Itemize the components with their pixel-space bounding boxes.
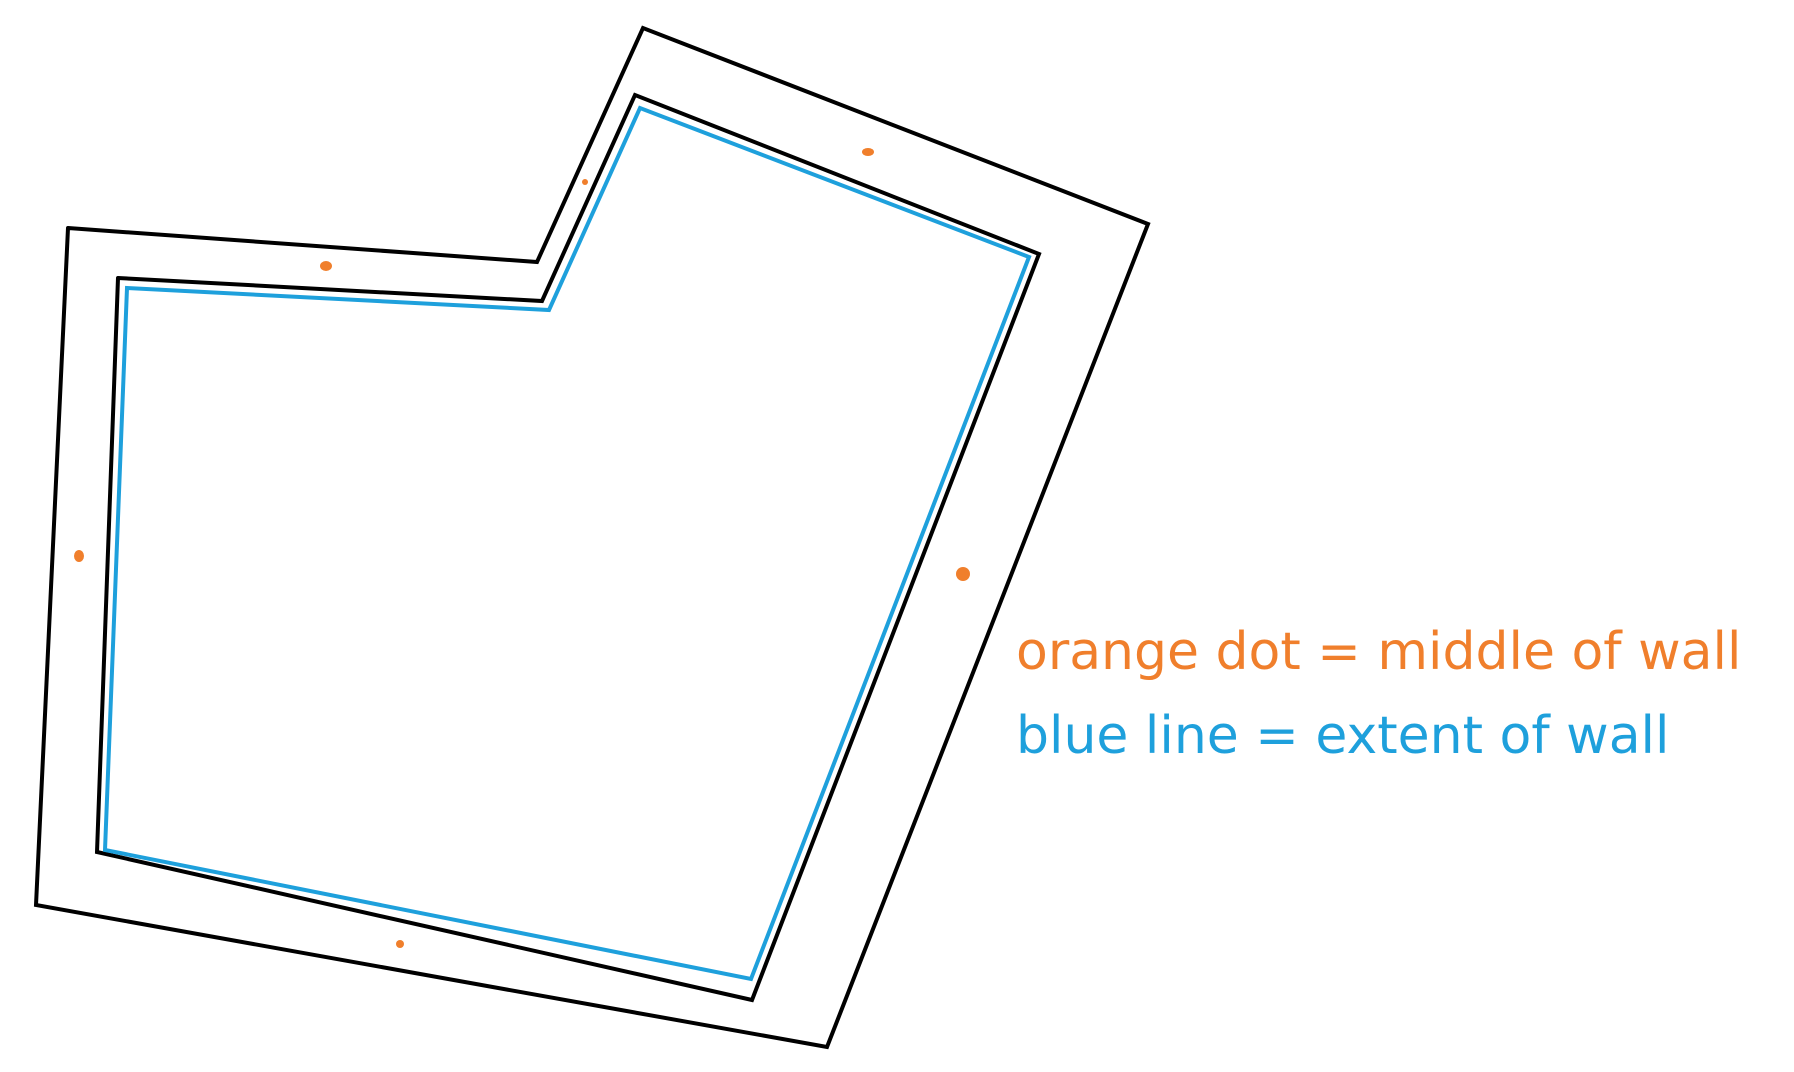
wall-middle-dot-bottom <box>396 940 404 948</box>
outer-wall-outline <box>33 25 1151 1050</box>
wall-diagram <box>33 25 1151 1050</box>
legend-orange-dot-text: orange dot = middle of wall <box>1016 622 1742 682</box>
wall-extent-line <box>102 105 1032 982</box>
wall-middle-dot-top-left <box>320 261 332 271</box>
wall-middle-dot-top-right <box>862 148 874 156</box>
wall-middle-dot-right <box>956 567 970 581</box>
legend-blue-line-text: blue line = extent of wall <box>1016 706 1670 766</box>
wall-middle-dot-left <box>74 550 84 562</box>
wall-middle-dot-diagonal <box>582 179 588 185</box>
